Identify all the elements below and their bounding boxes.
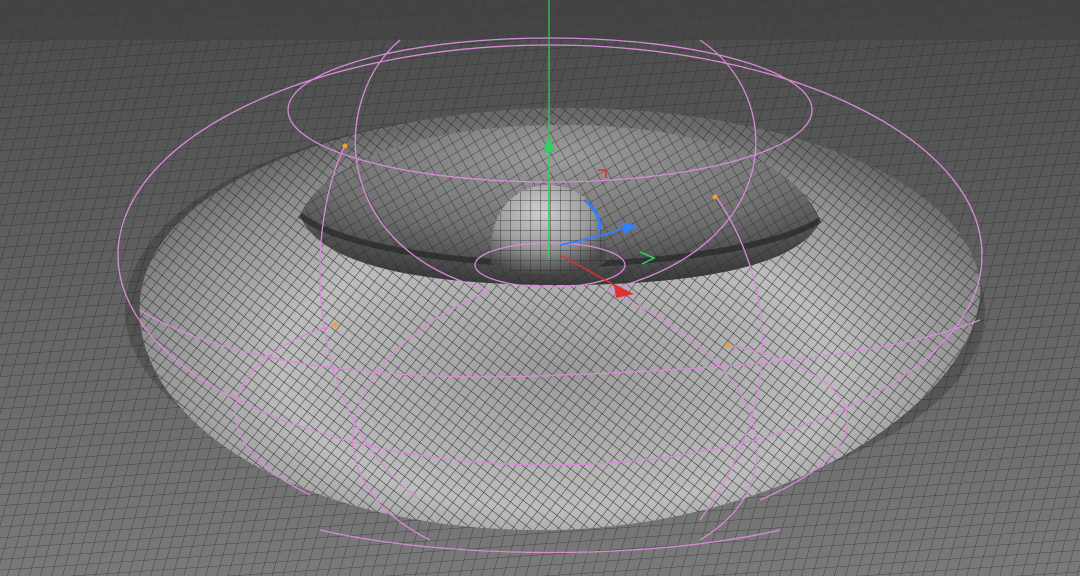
3d-viewport[interactable]: [0, 0, 1080, 576]
cage-point[interactable]: [342, 143, 348, 149]
ground-horizon-shade: [0, 0, 1080, 40]
cage-point[interactable]: [712, 194, 718, 200]
cage-point[interactable]: [332, 322, 338, 328]
cage-point[interactable]: [725, 342, 731, 348]
viewport-canvas[interactable]: [0, 0, 1080, 576]
